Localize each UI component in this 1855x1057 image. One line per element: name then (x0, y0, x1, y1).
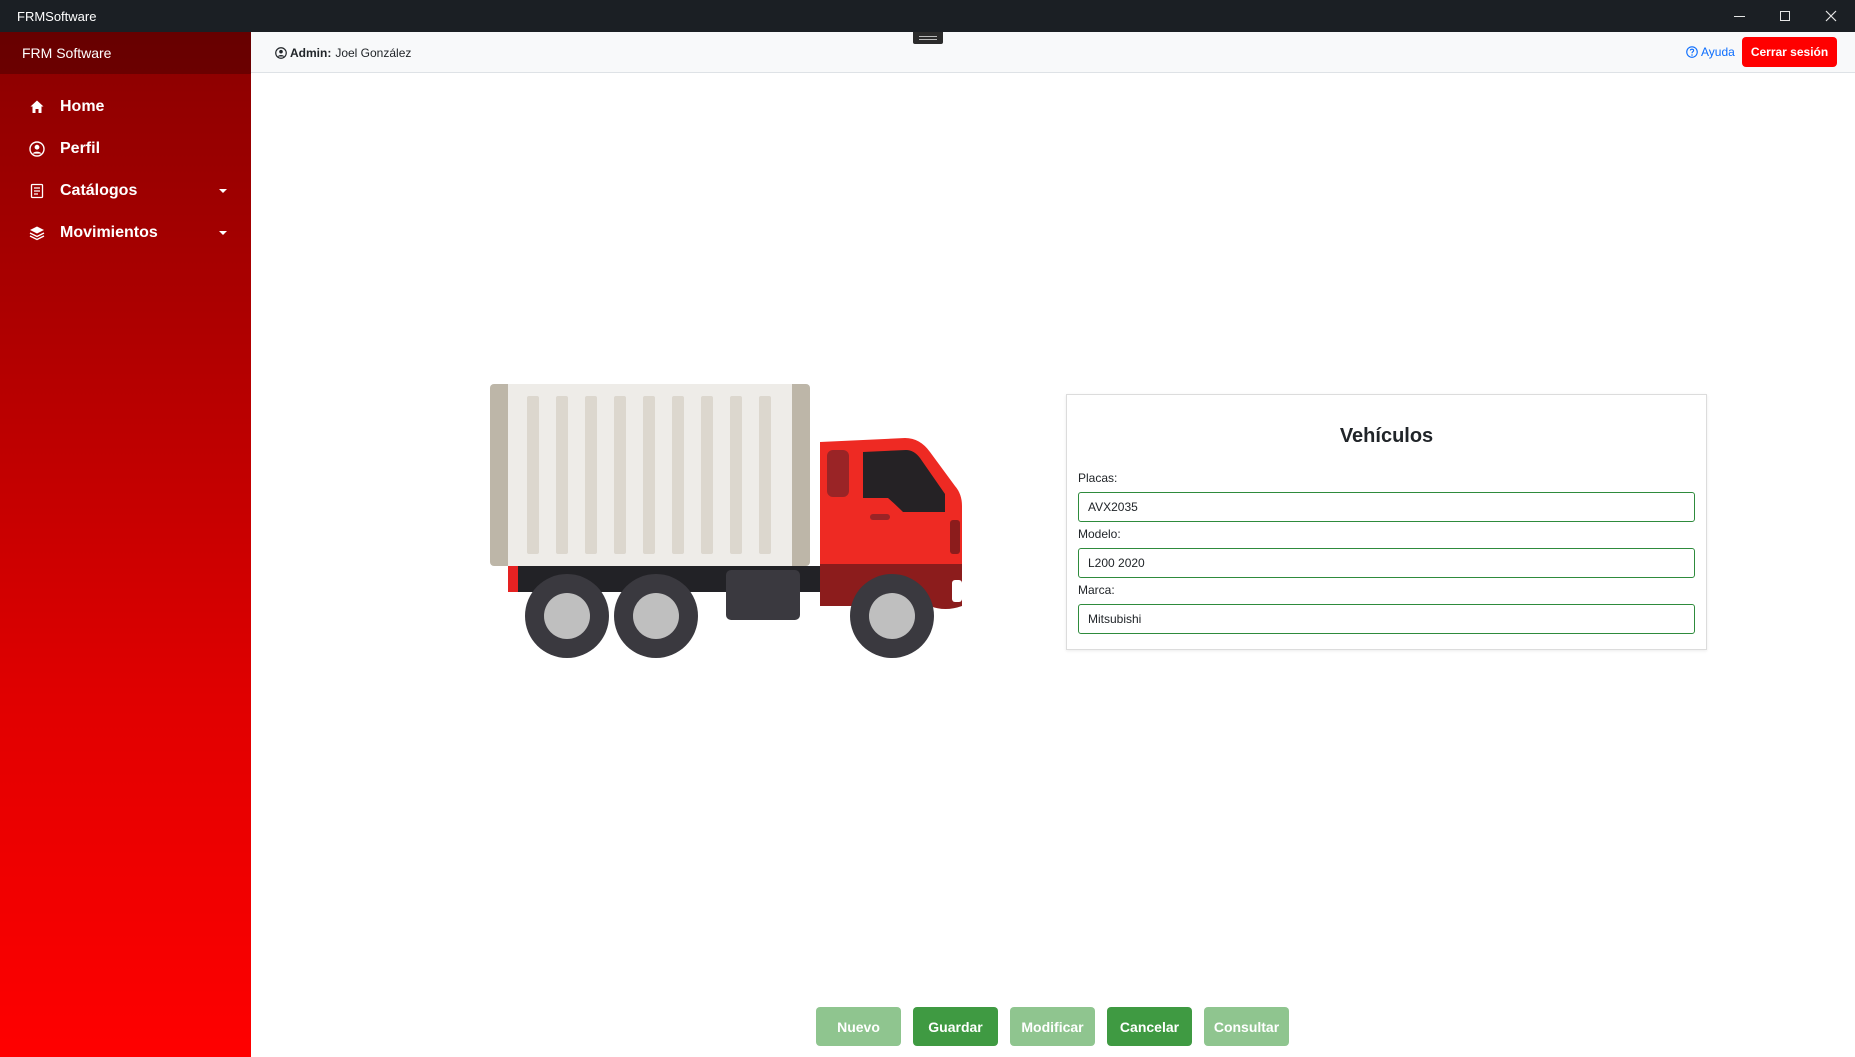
model-label: Modelo: (1078, 527, 1121, 541)
sidebar: FRM Software Home Perfil Catálogos Movim… (0, 32, 251, 1057)
window-titlebar: FRMSoftware (0, 0, 1855, 32)
sidebar-item-home[interactable]: Home (0, 86, 251, 128)
catalog-icon (28, 182, 46, 200)
minimize-button[interactable] (1716, 0, 1762, 32)
sidebar-item-label: Catálogos (60, 182, 138, 199)
help-link[interactable]: Ayuda (1686, 45, 1735, 59)
user-role-label: Admin: (290, 46, 332, 60)
brand-input[interactable] (1078, 604, 1695, 634)
help-circle-icon (1686, 46, 1698, 58)
sidebar-nav: Home Perfil Catálogos Movimientos (0, 74, 251, 254)
maximize-button[interactable] (1762, 0, 1808, 32)
current-user: Admin: Joel González (275, 46, 411, 60)
layers-icon (28, 224, 46, 242)
sidebar-item-perfil[interactable]: Perfil (0, 128, 251, 170)
vehicle-form-card: Vehículos Placas: Modelo: Marca: (1066, 394, 1707, 650)
model-input[interactable] (1078, 548, 1695, 578)
sidebar-brand: FRM Software (0, 32, 251, 74)
plates-label: Placas: (1078, 471, 1118, 485)
cancel-button[interactable]: Cancelar (1107, 1007, 1192, 1046)
truck-illustration (490, 384, 962, 658)
sidebar-item-label: Home (60, 98, 105, 115)
brand-label: Marca: (1078, 583, 1115, 597)
minimize-icon (1733, 15, 1745, 17)
user-circle-icon (275, 47, 287, 59)
top-header: Admin: Joel González Ayuda Cerrar sesión (251, 32, 1855, 73)
sidebar-item-label: Movimientos (60, 224, 158, 241)
sidebar-item-movimientos[interactable]: Movimientos (0, 212, 251, 254)
window-title: FRMSoftware (17, 9, 97, 24)
modify-button[interactable]: Modificar (1010, 1007, 1095, 1046)
close-icon (1825, 10, 1837, 22)
logout-button[interactable]: Cerrar sesión (1742, 37, 1837, 67)
chevron-down-icon (219, 189, 227, 193)
home-icon (28, 98, 46, 116)
new-button[interactable]: Nuevo (816, 1007, 901, 1046)
help-label: Ayuda (1701, 45, 1735, 59)
drag-handle[interactable] (913, 32, 943, 44)
sidebar-item-catalogos[interactable]: Catálogos (0, 170, 251, 212)
form-title: Vehículos (1339, 425, 1434, 447)
user-name: Joel González (335, 46, 412, 60)
sidebar-item-label: Perfil (60, 140, 101, 157)
query-button[interactable]: Consultar (1204, 1007, 1289, 1046)
save-button[interactable]: Guardar (913, 1007, 998, 1046)
plates-input[interactable] (1078, 492, 1695, 522)
maximize-icon (1780, 11, 1790, 21)
user-circle-icon (28, 140, 46, 158)
chevron-down-icon (219, 231, 227, 235)
close-button[interactable] (1808, 0, 1854, 32)
